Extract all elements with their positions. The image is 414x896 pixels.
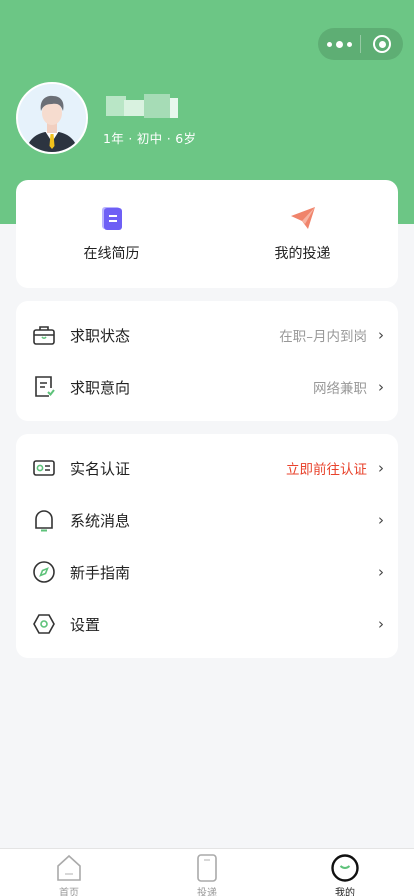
job-intention-row[interactable]: 求职意向 网络兼职 › — [16, 361, 398, 413]
chevron-right-icon: › — [378, 378, 384, 396]
online-resume-label: 在线简历 — [83, 246, 140, 262]
profile-icon — [330, 853, 360, 883]
username-masked — [104, 94, 180, 120]
job-intention-label: 求职意向 — [70, 378, 131, 397]
beginner-guide-label: 新手指南 — [70, 563, 131, 582]
chevron-right-icon: › — [378, 326, 384, 344]
account-settings-card: 实名认证 立即前往认证 › 系统消息 › 新手指南 › 设置 › — [16, 434, 398, 658]
chevron-right-icon: › — [378, 615, 384, 633]
chevron-right-icon: › — [378, 511, 384, 529]
real-name-auth-row[interactable]: 实名认证 立即前往认证 › — [16, 442, 398, 494]
close-mini-program-icon[interactable] — [361, 28, 403, 60]
job-status-value: 在职–月内到岗 — [279, 329, 367, 345]
mini-program-capsule — [318, 28, 403, 60]
my-delivery-button[interactable]: 我的投递 — [207, 180, 398, 288]
bell-icon — [32, 508, 56, 532]
resume-icon — [98, 204, 126, 232]
briefcase-icon — [32, 323, 56, 347]
user-meta: 1年 · 初中 · 6岁 — [103, 131, 197, 146]
quick-actions-card: 在线简历 我的投递 — [16, 180, 398, 288]
real-name-auth-label: 实名认证 — [70, 459, 131, 478]
settings-label: 设置 — [70, 615, 101, 634]
tab-profile-label: 我的 — [335, 888, 355, 896]
tab-bar: 首页 投递 我的 — [0, 848, 414, 896]
id-card-icon — [32, 456, 56, 480]
tab-delivery[interactable]: 投递 — [138, 849, 276, 896]
chevron-right-icon: › — [378, 563, 384, 581]
my-delivery-label: 我的投递 — [274, 246, 331, 262]
delivery-icon — [192, 853, 222, 883]
intention-icon — [32, 375, 56, 399]
beginner-guide-row[interactable]: 新手指南 › — [16, 546, 398, 598]
online-resume-button[interactable]: 在线简历 — [16, 180, 207, 288]
avatar[interactable] — [16, 82, 88, 154]
real-name-auth-link[interactable]: 立即前往认证 — [286, 458, 367, 478]
tab-delivery-label: 投递 — [197, 888, 217, 896]
paper-plane-icon — [289, 204, 317, 232]
system-messages-row[interactable]: 系统消息 › — [16, 494, 398, 546]
job-intention-value: 网络兼职 — [313, 381, 367, 397]
tab-profile[interactable]: 我的 — [276, 849, 414, 896]
chevron-right-icon: › — [378, 459, 384, 477]
system-messages-label: 系统消息 — [70, 511, 131, 530]
tab-home[interactable]: 首页 — [0, 849, 138, 896]
settings-icon — [32, 612, 56, 636]
compass-icon — [32, 560, 56, 584]
settings-row[interactable]: 设置 › — [16, 598, 398, 650]
job-status-label: 求职状态 — [70, 326, 131, 345]
job-status-row[interactable]: 求职状态 在职–月内到岗 › — [16, 309, 398, 361]
job-settings-card: 求职状态 在职–月内到岗 › 求职意向 网络兼职 › — [16, 301, 398, 421]
more-menu-icon[interactable] — [318, 28, 360, 60]
tab-home-label: 首页 — [59, 888, 79, 896]
home-icon — [54, 853, 84, 883]
